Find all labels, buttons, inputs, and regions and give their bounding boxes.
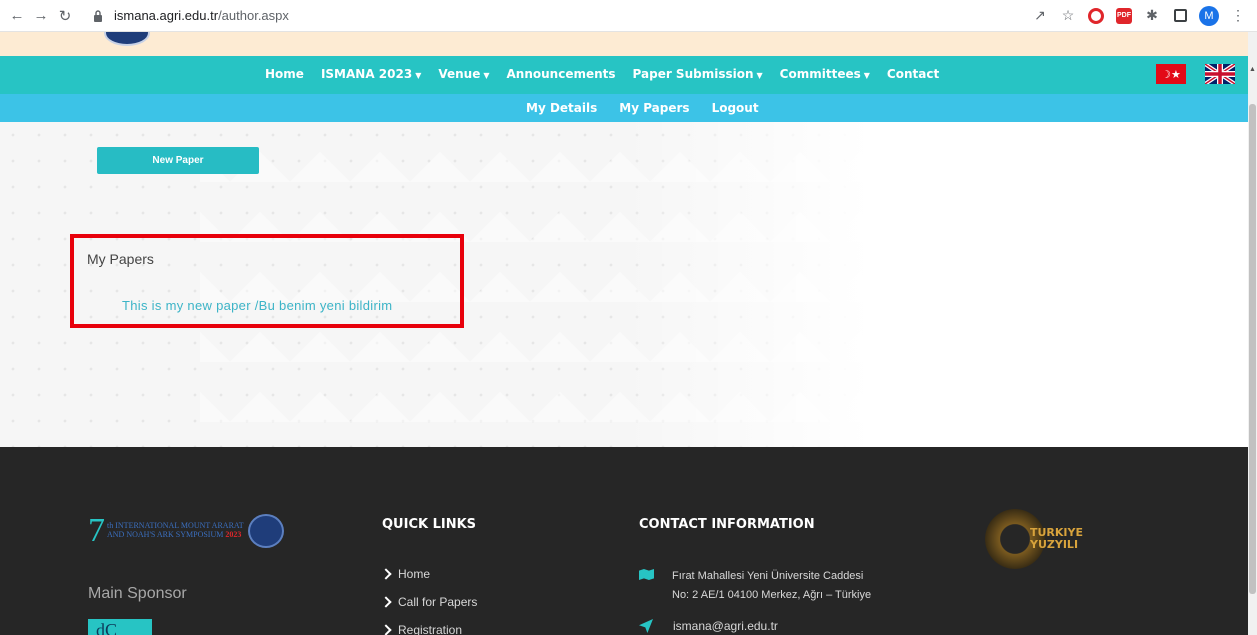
background-fade xyxy=(620,122,1248,447)
new-paper-button[interactable]: New Paper xyxy=(97,147,259,174)
chevron-down-icon: ▼ xyxy=(756,71,763,80)
subnav-logout[interactable]: Logout xyxy=(712,101,759,115)
paper-title-link[interactable]: This is my new paper /Bu benim yeni bild… xyxy=(122,298,392,313)
kebab-menu-icon[interactable]: ⋮ xyxy=(1229,7,1247,25)
back-icon[interactable]: ← xyxy=(6,5,28,27)
address-line-1: Fırat Mahallesi Yeni Üniversite Caddesi xyxy=(672,570,864,582)
chevron-down-icon: ▼ xyxy=(863,71,870,80)
browser-actions: ↗ ☆ PDF ✱ M ⋮ xyxy=(1031,5,1247,26)
logo-sup: th xyxy=(107,521,114,531)
quick-link-home[interactable]: Home xyxy=(380,567,477,581)
browser-nav-buttons: ← → ↻ xyxy=(6,5,76,27)
site-footer: 7 th INTERNATIONAL MOUNT ARARAT AND NOAH… xyxy=(0,447,1248,635)
nav-venue[interactable]: Venue ▼ xyxy=(438,67,489,81)
site-logo[interactable] xyxy=(104,32,150,46)
site-top-strip xyxy=(0,32,1248,56)
map-icon xyxy=(639,569,654,580)
chevron-right-icon xyxy=(380,568,392,580)
share-icon[interactable]: ↗ xyxy=(1031,7,1049,25)
contact-address: Fırat Mahallesi Yeni Üniversite Caddesi … xyxy=(639,567,871,605)
turkish-flag-icon[interactable]: ☽★ xyxy=(1156,64,1186,84)
chevron-right-icon xyxy=(380,596,392,608)
subnav-my-details[interactable]: My Details xyxy=(526,101,597,115)
contact-email[interactable]: ismana@agri.edu.tr xyxy=(639,619,778,633)
my-papers-highlight-box: My Papers This is my new paper /Bu benim… xyxy=(70,234,464,328)
chevron-right-icon xyxy=(380,624,392,635)
reload-icon[interactable]: ↻ xyxy=(54,5,76,27)
address-line-2: No: 2 AE/1 04100 Merkez, Ağrı – Türkiye xyxy=(672,589,872,601)
uk-flag-icon[interactable] xyxy=(1205,64,1235,84)
paper-plane-icon xyxy=(639,619,653,633)
symposium-emblem-icon xyxy=(247,514,284,548)
author-sub-navigation: My Details My Papers Logout xyxy=(0,94,1248,122)
main-content: New Paper My Papers This is my new paper… xyxy=(0,122,1248,447)
my-papers-heading: My Papers xyxy=(87,251,154,267)
logo-year: 2023 xyxy=(225,530,242,539)
nav-home[interactable]: Home xyxy=(265,67,304,81)
sponsor-logo[interactable]: dC xyxy=(88,619,152,635)
logo-text: th INTERNATIONAL MOUNT ARARAT AND NOAH'S… xyxy=(107,521,244,540)
extensions-puzzle-icon[interactable]: ✱ xyxy=(1143,7,1161,25)
symposium-logo[interactable]: 7 th INTERNATIONAL MOUNT ARARAT AND NOAH… xyxy=(88,514,328,548)
chevron-down-icon: ▼ xyxy=(415,71,422,80)
logo-line1: INTERNATIONAL MOUNT ARARAT xyxy=(115,521,244,531)
contact-info-title: CONTACT INFORMATION xyxy=(639,517,815,532)
browser-toolbar: ← → ↻ ismana.agri.edu.tr/author.aspx ↗ ☆… xyxy=(0,0,1257,32)
quick-link-registration[interactable]: Registration xyxy=(380,623,477,635)
chevron-down-icon: ▼ xyxy=(483,71,490,80)
lock-icon xyxy=(90,8,106,24)
nav-contact[interactable]: Contact xyxy=(887,67,939,81)
forward-icon[interactable]: → xyxy=(30,5,52,27)
quick-links-list: Home Call for Papers Registration xyxy=(380,567,477,635)
logo-number: 7 xyxy=(88,512,105,549)
pdf-extension-icon[interactable]: PDF xyxy=(1115,7,1133,25)
bookmark-star-icon[interactable]: ☆ xyxy=(1059,7,1077,25)
main-navigation: Home ISMANA 2023 ▼ Venue ▼ Announcements P… xyxy=(0,56,1248,94)
turkiye-yuzyili-logo: TURKIYE YUZYILI xyxy=(985,509,1115,569)
logo-line2: AND NOAH'S ARK SYMPOSIUM xyxy=(107,530,224,539)
nav-paper-submission[interactable]: Paper Submission ▼ xyxy=(633,67,763,81)
url-host: ismana.agri.edu.tr xyxy=(114,8,219,23)
scrollbar-thumb[interactable] xyxy=(1249,104,1256,594)
quick-links-title: QUICK LINKS xyxy=(382,517,477,532)
subnav-my-papers[interactable]: My Papers xyxy=(619,101,689,115)
yuzyili-text: YUZYILI xyxy=(1030,538,1079,551)
page-scrollbar[interactable]: ▲ xyxy=(1248,32,1257,635)
nav-announcements[interactable]: Announcements xyxy=(507,67,616,81)
nav-committees[interactable]: Committees ▼ xyxy=(780,67,870,81)
url-path: /author.aspx xyxy=(218,8,289,23)
profile-avatar[interactable]: M xyxy=(1199,5,1219,26)
main-sponsor-label: Main Sponsor xyxy=(88,585,187,602)
address-bar[interactable]: ismana.agri.edu.tr/author.aspx xyxy=(90,8,289,24)
opera-extension-icon[interactable] xyxy=(1087,7,1105,25)
scroll-up-arrow-icon[interactable]: ▲ xyxy=(1249,66,1256,74)
side-panel-icon[interactable] xyxy=(1171,7,1189,25)
nav-ismana-2023[interactable]: ISMANA 2023 ▼ xyxy=(321,67,421,81)
quick-link-call-for-papers[interactable]: Call for Papers xyxy=(380,595,477,609)
